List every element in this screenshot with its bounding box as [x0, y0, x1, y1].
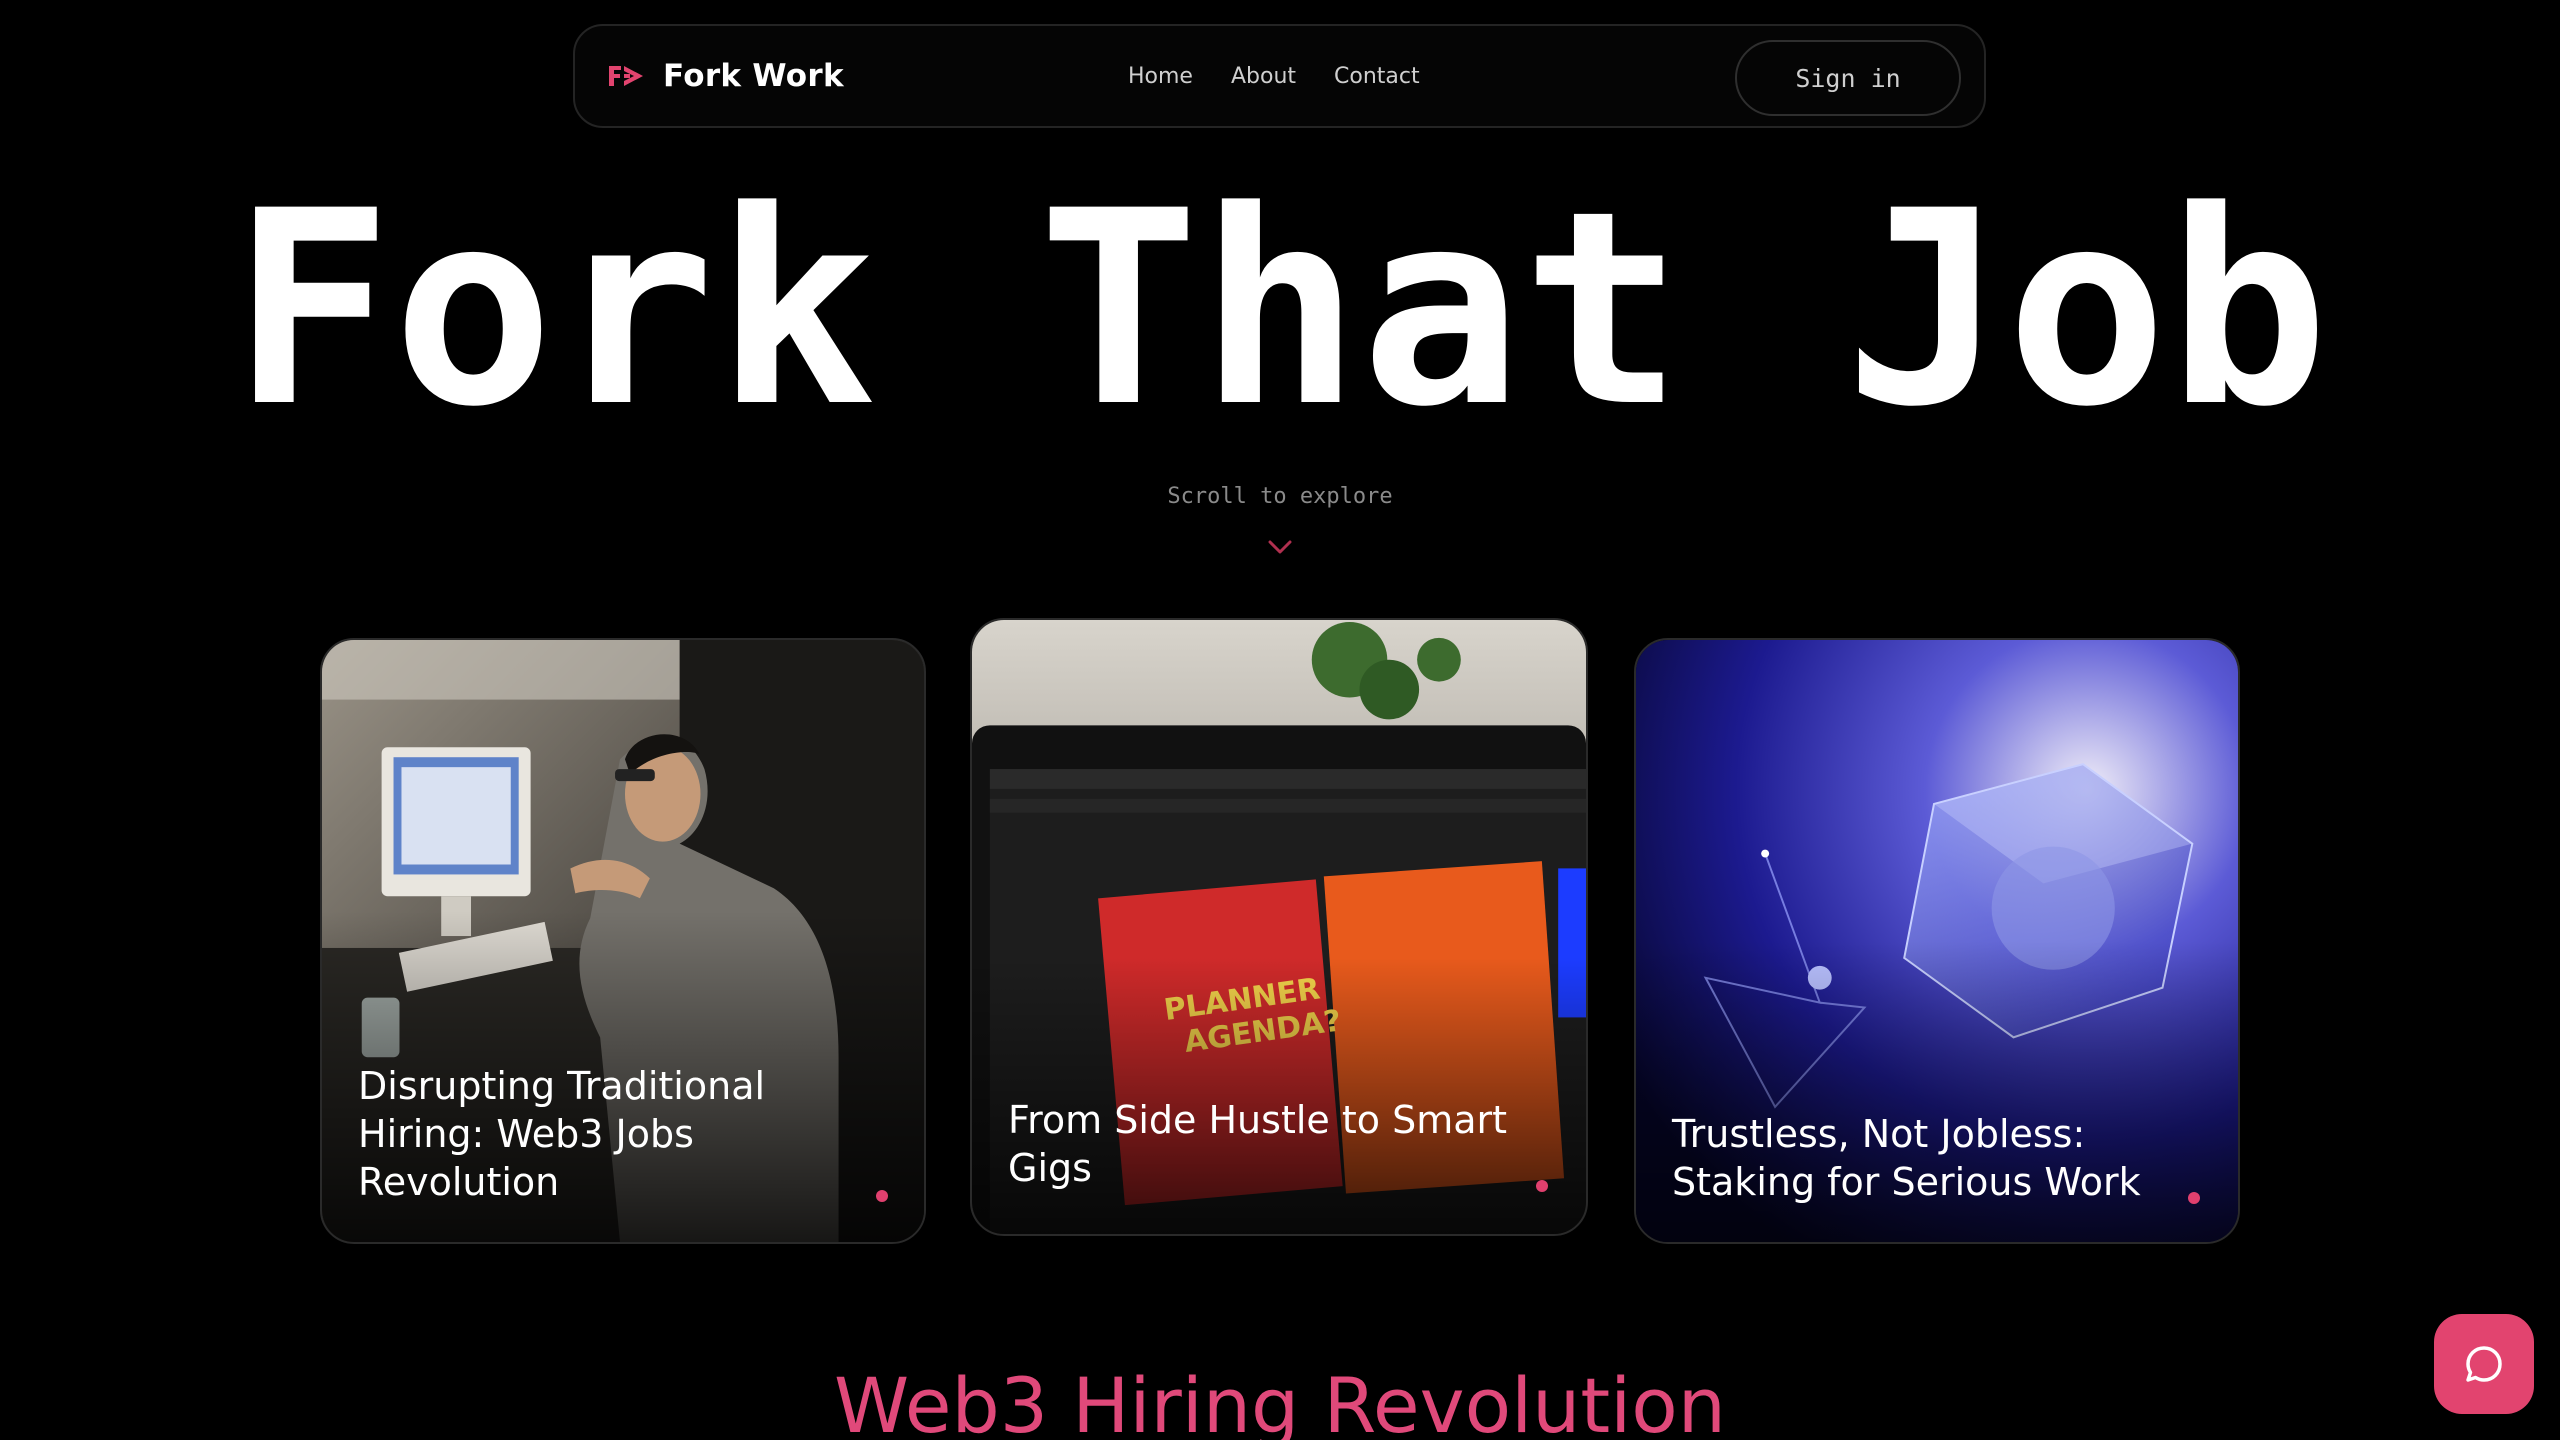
card-indicator-dot [2188, 1192, 2200, 1204]
article-card[interactable]: Trustless, Not Jobless: Staking for Seri… [1634, 638, 2240, 1244]
card-title: Disrupting Traditional Hiring: Web3 Jobs… [358, 1064, 766, 1204]
hero-title: Fork That Job [231, 154, 2329, 466]
card-indicator-dot [876, 1190, 888, 1202]
brand[interactable]: Fork Work [607, 26, 844, 126]
section-heading: Web3 Hiring Revolution [834, 1361, 1726, 1440]
card-title: From Side Hustle to Smart Gigs [1008, 1098, 1508, 1190]
nav-link-about[interactable]: About [1231, 64, 1296, 89]
nav-link-home[interactable]: Home [1128, 64, 1193, 89]
nav-links: Home About Contact [1128, 26, 1420, 126]
sign-in-button[interactable]: Sign in [1735, 40, 1961, 116]
card-title: Trustless, Not Jobless: Staking for Seri… [1672, 1112, 2141, 1204]
scroll-hint: Scroll to explore [1167, 484, 1393, 509]
article-card[interactable]: PLANNER AGENDA? From Side Hustle to Smar… [970, 618, 1588, 1236]
chat-bubble-icon [2466, 1346, 2502, 1382]
fork-work-logo-icon [609, 66, 643, 86]
chevron-down-icon[interactable] [1266, 536, 1294, 558]
top-navbar: Fork Work Home About Contact Sign in [573, 24, 1986, 128]
page: Fork Work Home About Contact Sign in For… [0, 0, 2560, 1440]
chat-button[interactable] [2434, 1314, 2534, 1414]
article-card[interactable]: Disrupting Traditional Hiring: Web3 Jobs… [320, 638, 926, 1244]
nav-link-contact[interactable]: Contact [1334, 64, 1420, 89]
card-indicator-dot [1536, 1180, 1548, 1192]
brand-name: Fork Work [663, 58, 844, 94]
